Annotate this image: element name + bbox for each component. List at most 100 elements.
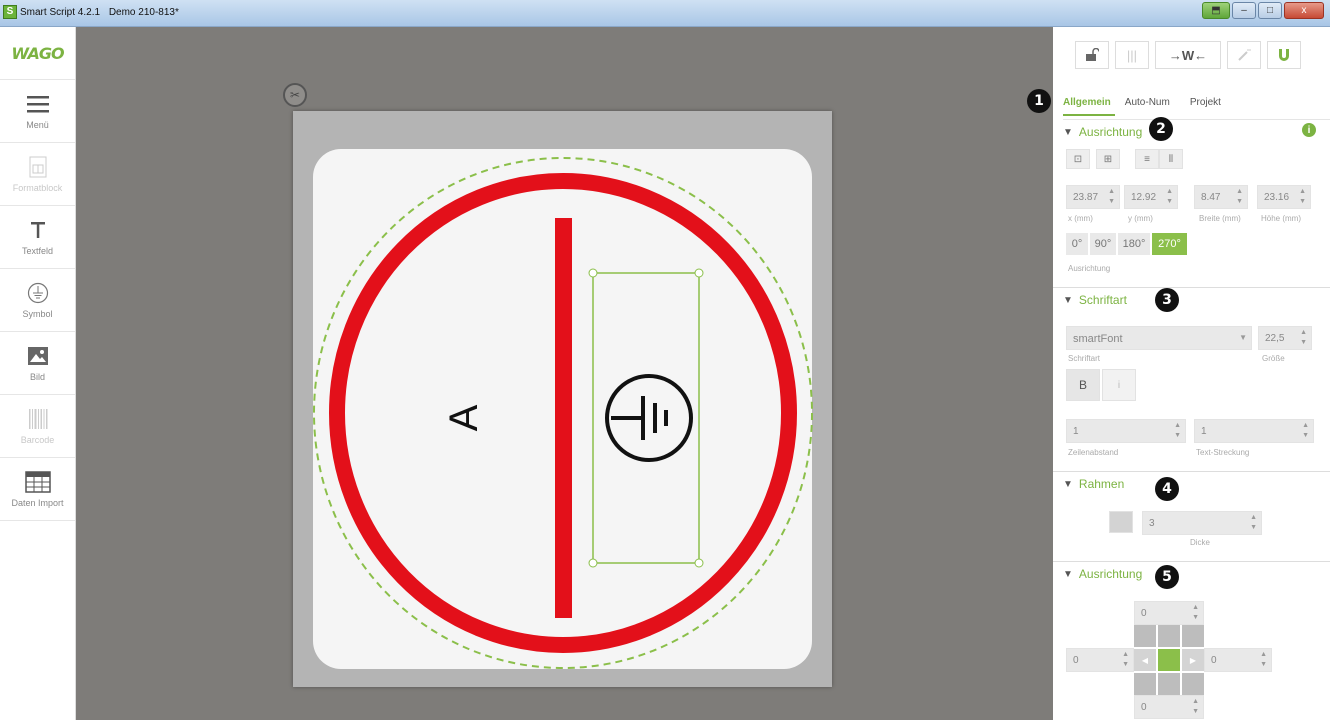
frame-thickness-field[interactable]: 3 ▲ ▼ [1142,511,1262,535]
wand-icon[interactable] [1227,41,1261,69]
info-icon[interactable]: i [1302,123,1316,137]
menu-button[interactable]: Menü [0,80,75,143]
rotation-270-button[interactable]: 270° [1152,233,1187,255]
text-icon [29,219,47,241]
rotation-0-button[interactable]: 0° [1066,233,1088,255]
textfeld-button[interactable]: Textfeld [0,206,75,269]
label-page: A [293,111,832,687]
callout-2: 2 [1149,117,1173,141]
padding-bottom-field[interactable]: 0 ▲ ▼ [1134,695,1204,719]
formatblock-button[interactable]: Formatblock [0,143,75,206]
callout-4: 4 [1155,477,1179,501]
minimize-button[interactable]: – [1232,2,1256,19]
section-schriftart-header[interactable]: ▼ Schriftart [1063,293,1127,307]
bild-label: Bild [29,371,45,382]
textfeld-label: Textfeld [21,245,54,256]
y-field[interactable]: 12.92 ▲ ▼ [1124,185,1178,209]
callout-1: 1 [1027,89,1051,113]
symbol-label: Symbol [22,308,53,319]
lock-open-icon[interactable] [1075,41,1109,69]
padding-top-field[interactable]: 0 ▲ ▼ [1134,601,1204,625]
thickness-label: Dicke [1190,538,1211,547]
padding-left-field[interactable]: 0 ▲ ▼ [1066,648,1134,672]
symbol-button[interactable]: Symbol [0,269,75,332]
divider [1053,561,1330,562]
columns-button[interactable]: ||| [1115,41,1149,69]
divider [1053,471,1330,472]
design-canvas[interactable]: ✂ A [77,27,1053,720]
italic-button[interactable]: i [1102,369,1136,401]
close-button[interactable]: x [1284,2,1324,19]
font-select[interactable]: smartFont ▼ [1066,326,1252,350]
bold-button[interactable]: B [1066,369,1100,401]
properties-panel: ||| →W← 1 Allgemein Auto-Num Projekt ▼ A… [1027,27,1330,720]
formatblock-label: Formatblock [12,182,63,193]
align-bottom-center[interactable] [1158,673,1180,695]
align-vertical-button[interactable]: ⦀ [1159,149,1183,169]
text-stretch-label: Text-Streckung [1196,448,1250,457]
height-label: Höhe (mm) [1261,214,1302,223]
rotate-handle-icon[interactable]: ✂ [283,83,307,107]
padding-right-field[interactable]: 0 ▲ ▼ [1204,648,1272,672]
magnet-icon[interactable] [1267,41,1301,69]
fit-wago-button[interactable]: →W← [1155,41,1221,69]
format-block-icon [29,156,47,178]
barcode-button[interactable]: Barcode [0,395,75,458]
align-bottom-right[interactable] [1182,673,1204,695]
width-label: Breite (mm) [1199,214,1241,223]
align-left-arrow-icon[interactable]: ◀ [1134,649,1156,671]
chevron-down-icon: ▼ [1063,568,1073,580]
window-title: Smart Script 4.2.1 Demo 210-813* [20,7,185,18]
chevron-down-icon: ▼ [1063,126,1073,138]
top-toolbar: ||| →W← [1075,41,1301,69]
chevron-down-icon: ▼ [1063,294,1073,306]
bild-button[interactable]: Bild [0,332,75,395]
barcode-label: Barcode [20,434,55,445]
menu-label: Menü [26,119,49,130]
tab-projekt[interactable]: Projekt [1190,95,1231,116]
label-drawing: A [313,149,813,669]
tab-allgemein[interactable]: Allgemein [1063,95,1115,116]
rotation-180-button[interactable]: 180° [1118,233,1150,255]
rotation-90-button[interactable]: 90° [1090,233,1116,255]
align-top-center[interactable] [1158,625,1180,647]
section-rahmen-header[interactable]: ▼ Rahmen [1063,477,1124,491]
align-top-right[interactable] [1182,625,1204,647]
align-bottom-left[interactable] [1134,673,1156,695]
image-icon [27,345,49,367]
section-ausrichtung-header[interactable]: ▼ Ausrichtung [1063,125,1142,139]
align-top-left[interactable] [1134,625,1156,647]
height-field[interactable]: 23.16 ▲ ▼ [1257,185,1311,209]
label-text[interactable]: A [442,404,486,431]
section-ausrichtung-padding-header[interactable]: ▼ Ausrichtung [1063,567,1142,581]
align-center[interactable] [1158,649,1180,671]
align-expand-button[interactable]: ⊞ [1096,149,1120,169]
font-size-field[interactable]: 22,5 ▲ ▼ [1258,326,1312,350]
align-fit-button[interactable]: ⊡ [1066,149,1090,169]
ground-symbol-icon [27,282,49,304]
hamburger-icon [26,93,50,115]
x-field[interactable]: 23.87 ▲ ▼ [1066,185,1120,209]
size-label: Größe [1262,354,1285,363]
line-spacing-field[interactable]: 1 ▲ ▼ [1066,419,1186,443]
align-right-arrow-icon[interactable]: ▶ [1182,649,1204,671]
width-field[interactable]: 8.47 ▲ ▼ [1194,185,1248,209]
tab-auto-num[interactable]: Auto-Num [1125,95,1180,116]
daten-import-button[interactable]: Daten Import [0,458,75,521]
app-icon: S [3,5,17,19]
frame-color-swatch[interactable] [1109,511,1133,533]
app-title: Smart Script 4.2.1 [20,7,101,18]
chevron-down-icon: ▼ [1063,478,1073,490]
align-horizontal-button[interactable]: ≡ [1135,149,1159,169]
rotation-label: Ausrichtung [1068,264,1111,273]
callout-3: 3 [1155,288,1179,312]
text-stretch-field[interactable]: 1 ▲ ▼ [1194,419,1314,443]
line-spacing-label: Zeilenabstand [1068,448,1119,457]
callout-5: 5 [1155,565,1179,589]
red-bar [555,218,572,618]
x-label: x (mm) [1068,214,1093,223]
daten-import-label: Daten Import [11,497,64,508]
maximize-button[interactable]: □ [1258,2,1282,19]
app-action-button[interactable]: ⬒ [1202,2,1230,19]
barcode-icon [27,408,49,430]
